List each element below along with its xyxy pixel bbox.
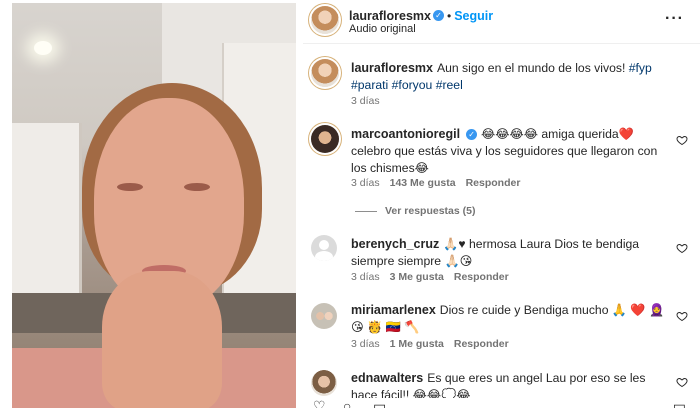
avatar[interactable] bbox=[311, 303, 337, 329]
caption-username[interactable]: laurafloresmx bbox=[351, 61, 433, 75]
comment-icon[interactable]: ○ bbox=[343, 398, 351, 408]
reel-video[interactable] bbox=[12, 3, 296, 408]
view-replies-button[interactable]: Ver respuestas (5) bbox=[355, 205, 475, 217]
comment-text: ednawalters Es que eres un angel Lau por … bbox=[351, 370, 670, 398]
caption: laurafloresmx Aun sigo en el mundo de los… bbox=[303, 56, 700, 110]
reply-button[interactable]: Responder bbox=[466, 177, 521, 189]
person-eye bbox=[184, 183, 210, 191]
comment-username[interactable]: marcoantonioregil bbox=[351, 127, 460, 141]
like-icon[interactable]: ♡ bbox=[313, 398, 326, 408]
post-panel: laurafloresmx ✓ • Seguir Audio original ···… bbox=[303, 0, 700, 408]
ceiling-light bbox=[34, 41, 52, 55]
comment-likes[interactable]: 143 Me gusta bbox=[390, 177, 456, 189]
view-replies-label: Ver respuestas (5) bbox=[385, 205, 476, 217]
audio-label[interactable]: Audio original bbox=[349, 23, 416, 35]
comment-text: miriamarlenex Dios re cuide y Bendiga muc… bbox=[351, 302, 670, 336]
media-area bbox=[0, 0, 303, 408]
follow-button[interactable]: Seguir bbox=[454, 9, 493, 23]
background-cabinet bbox=[12, 123, 82, 293]
post-header: laurafloresmx ✓ • Seguir Audio original ··· bbox=[303, 0, 700, 44]
reply-button[interactable]: Responder bbox=[454, 271, 509, 283]
comment: ednawalters Es que eres un angel Lau por … bbox=[303, 366, 700, 398]
share-icon[interactable]: ▭ bbox=[373, 398, 386, 408]
heart-outline-icon[interactable] bbox=[676, 310, 688, 322]
person-eye bbox=[117, 183, 143, 191]
comment-time: 3 días bbox=[351, 177, 380, 189]
heart-outline-icon[interactable] bbox=[676, 242, 688, 254]
comment-meta: 3 días 143 Me gusta Responder bbox=[351, 177, 530, 189]
heart-outline-icon[interactable] bbox=[676, 134, 688, 146]
verified-badge-icon: ✓ bbox=[432, 10, 444, 22]
comment-username[interactable]: miriamarlenex bbox=[351, 303, 436, 317]
reply-button[interactable]: Responder bbox=[454, 338, 509, 350]
comment-time: 3 días bbox=[351, 271, 380, 283]
comment: berenych_cruz 🙏🏻♥ hermosa Laura Dios te b… bbox=[303, 232, 700, 288]
caption-time: 3 días bbox=[351, 95, 380, 107]
caption-meta: 3 días bbox=[351, 95, 390, 107]
comment: marcoantonioregil ✓ 😂😂😂😂 amiga querida❤️ c… bbox=[303, 122, 700, 222]
comment-meta: 3 días 1 Me gusta Responder bbox=[351, 338, 519, 350]
comment-text: marcoantonioregil ✓ 😂😂😂😂 amiga querida❤️ c… bbox=[351, 126, 670, 177]
comment-username[interactable]: berenych_cruz bbox=[351, 237, 439, 251]
avatar[interactable] bbox=[311, 235, 337, 261]
author-username[interactable]: laurafloresmx bbox=[349, 9, 431, 23]
verified-badge-icon: ✓ bbox=[466, 129, 478, 141]
separator-dot: • bbox=[446, 9, 452, 23]
comment-username[interactable]: ednawalters bbox=[351, 371, 423, 385]
comment-meta: 3 días 3 Me gusta Responder bbox=[351, 271, 519, 283]
caption-text: laurafloresmx Aun sigo en el mundo de los… bbox=[351, 60, 670, 94]
avatar[interactable] bbox=[311, 125, 339, 153]
caption-body: Aun sigo en el mundo de los vivos! bbox=[436, 61, 626, 75]
more-options-icon[interactable]: ··· bbox=[665, 10, 684, 28]
avatar[interactable] bbox=[311, 370, 337, 396]
comment-text: berenych_cruz 🙏🏻♥ hermosa Laura Dios te b… bbox=[351, 236, 670, 270]
comment: miriamarlenex Dios re cuide y Bendiga muc… bbox=[303, 298, 700, 354]
comment-likes[interactable]: 1 Me gusta bbox=[390, 338, 444, 350]
heart-outline-icon[interactable] bbox=[676, 376, 688, 388]
replies-divider bbox=[355, 210, 377, 212]
avatar[interactable] bbox=[311, 59, 339, 87]
comment-time: 3 días bbox=[351, 338, 380, 350]
avatar[interactable] bbox=[311, 6, 339, 34]
person-hand bbox=[102, 271, 222, 408]
save-icon[interactable]: ▭ bbox=[673, 398, 686, 408]
comment-likes[interactable]: 3 Me gusta bbox=[390, 271, 444, 283]
action-bar: ♡ ○ ▭ ▭ bbox=[303, 398, 700, 408]
